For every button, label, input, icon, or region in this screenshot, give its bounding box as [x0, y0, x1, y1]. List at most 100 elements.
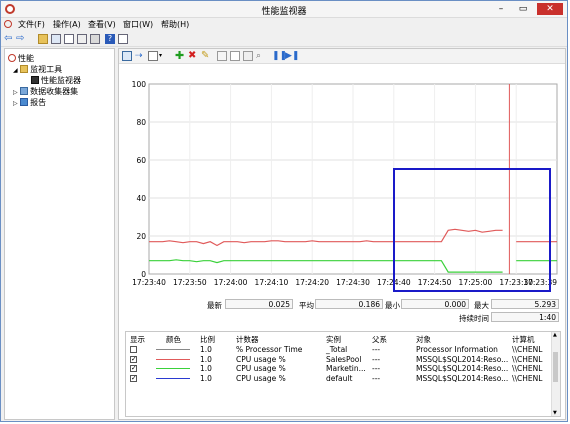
- minimum-label: 最小: [385, 301, 400, 310]
- legend-header-object[interactable]: 对象: [416, 334, 431, 345]
- legend-cell-object: MSSQL$SQL2014:Reso...: [416, 373, 509, 383]
- help-icon[interactable]: ?: [105, 34, 115, 44]
- x-tick-label: 17:24:00: [214, 278, 248, 287]
- legend-cell-object: MSSQL$SQL2014:Reso...: [416, 354, 509, 364]
- paste-counter-list-icon[interactable]: [230, 51, 240, 61]
- tree-label-reports: 报告: [30, 98, 47, 107]
- x-tick-label: 17:23:40: [132, 278, 166, 287]
- freeze-display-icon[interactable]: ❚❚: [272, 51, 287, 61]
- legend-cell-instance: _Total: [326, 345, 348, 354]
- main-toolbar: ⇦ ⇨ ?: [1, 32, 567, 47]
- legend-header-show[interactable]: 显示: [130, 334, 145, 345]
- menu-view[interactable]: 查看(V): [88, 19, 116, 30]
- graph-type-dropdown-icon[interactable]: ▾: [159, 51, 169, 61]
- properties-icon[interactable]: [77, 34, 87, 44]
- minimum-value: 0.000: [401, 299, 469, 309]
- legend-cell-scale: 1.0: [200, 364, 212, 373]
- y-tick-label: 80: [136, 118, 146, 127]
- performance-monitor-window: 性能监视器 – ▭ ✕ 文件(F) 操作(A) 查看(V) 窗口(W) 帮助(H…: [0, 0, 568, 422]
- color-swatch: [156, 368, 190, 369]
- console-tree: 性能 ◢ 监视工具 性能监视器 ▷ 数据收集器集 ▷ 报告: [4, 48, 115, 420]
- scroll-thumb[interactable]: [553, 352, 558, 382]
- collapse-icon[interactable]: ◢: [13, 67, 18, 74]
- menu-window[interactable]: 窗口(W): [123, 19, 153, 30]
- legend-header-instance[interactable]: 实例: [326, 334, 341, 345]
- tree-node-data-collector-sets[interactable]: ▷ 数据收集器集: [13, 86, 78, 97]
- duration-value: 1:40: [491, 312, 559, 322]
- expand-icon[interactable]: ▷: [13, 89, 18, 96]
- scroll-up-icon[interactable]: ▲: [553, 332, 557, 338]
- tree-label-data-collector-sets: 数据收集器集: [30, 87, 79, 96]
- average-value: 0.186: [315, 299, 383, 309]
- data-collector-icon: [20, 87, 29, 95]
- legend-cell-computer: \\CHENL: [512, 364, 543, 373]
- tree-label-performance-monitor: 性能监视器: [41, 76, 81, 85]
- color-swatch: [156, 377, 190, 379]
- show-checkbox[interactable]: [130, 346, 137, 353]
- properties-icon[interactable]: [243, 51, 253, 61]
- color-swatch: [156, 358, 190, 360]
- statistics-bar: 最新 0.025 平均 0.186 最小 0.000 最大 5.293 持续时间…: [119, 296, 565, 324]
- close-button[interactable]: ✕: [537, 3, 563, 15]
- legend-row[interactable]: 1.0 % Processor Time _Total --- Processor In…: [126, 345, 550, 354]
- tree-node-reports[interactable]: ▷ 报告: [13, 97, 46, 108]
- maximum-label: 最大: [474, 301, 489, 310]
- x-tick-label: 17:24:20: [295, 278, 329, 287]
- show-checkbox[interactable]: ✓: [130, 365, 137, 372]
- show-checkbox[interactable]: ✓: [130, 374, 137, 382]
- menu-help[interactable]: 帮助(H): [161, 19, 189, 30]
- tree-node-performance-monitor[interactable]: 性能监视器: [31, 75, 81, 86]
- legend-cell-counter: % Processor Time: [236, 345, 303, 354]
- legend-header-color[interactable]: 颜色: [166, 334, 181, 345]
- legend-cell-instance: SalesPool: [326, 354, 362, 364]
- legend-cell-parent: ---: [372, 345, 381, 354]
- add-counter-icon[interactable]: ✚: [175, 50, 185, 61]
- console-tree-icon[interactable]: [51, 34, 61, 44]
- legend-cell-scale: 1.0: [200, 354, 212, 364]
- legend-header-parent[interactable]: 父系: [372, 334, 387, 345]
- back-icon[interactable]: ⇦: [4, 34, 14, 44]
- highlight-icon[interactable]: ✎: [201, 51, 211, 61]
- legend-cell-computer: \\CHENL: [512, 354, 543, 364]
- maximize-button[interactable]: ▭: [513, 3, 533, 15]
- view-current-activity-icon[interactable]: [122, 51, 132, 61]
- minimize-button[interactable]: –: [491, 3, 511, 15]
- legend-cell-object: Processor Information: [416, 345, 498, 354]
- last-value: 0.025: [225, 299, 293, 309]
- show-checkbox[interactable]: ✓: [130, 355, 137, 363]
- menu-file[interactable]: 文件(F): [18, 19, 45, 30]
- legend-scrollbar[interactable]: ▲ ▼: [551, 332, 560, 416]
- highlight-box: [393, 168, 551, 292]
- legend-cell-counter: CPU usage %: [236, 373, 286, 383]
- list-view-icon[interactable]: [64, 34, 74, 44]
- legend-cell-computer: \\CHENL: [512, 345, 543, 354]
- menu-action[interactable]: 操作(A): [53, 19, 81, 30]
- update-data-icon[interactable]: ▶❚: [285, 51, 299, 61]
- graph-toolbar: ⇢ ▾ ✚ ✖ ✎ ⌕ ❚❚ ▶❚: [119, 49, 565, 64]
- scroll-down-icon[interactable]: ▼: [553, 410, 557, 416]
- legend-header-scale[interactable]: 比例: [200, 334, 215, 345]
- delete-counter-icon[interactable]: ✖: [188, 51, 198, 61]
- maximum-value: 5.293: [491, 299, 559, 309]
- change-graph-type-icon[interactable]: [148, 51, 158, 61]
- tree-label-monitoring-tools: 监视工具: [30, 65, 63, 74]
- forward-icon[interactable]: ⇨: [16, 34, 26, 44]
- legend-row[interactable]: ✓ 1.0 CPU usage % Marketin... --- MSSQL$SQL20…: [126, 364, 550, 373]
- legend-cell-parent: ---: [372, 373, 381, 383]
- y-tick-label: 60: [136, 156, 146, 165]
- tree-node-monitoring-tools[interactable]: ◢ 监视工具: [13, 64, 62, 75]
- export-icon[interactable]: [90, 34, 100, 44]
- zoom-icon[interactable]: ⌕: [256, 51, 266, 61]
- tree-node-performance[interactable]: 性能: [8, 53, 34, 64]
- legend-header-computer[interactable]: 计算机: [512, 334, 535, 345]
- view-log-data-icon[interactable]: ⇢: [135, 51, 145, 61]
- show-hide-icon[interactable]: [118, 34, 128, 44]
- monitor-chart-icon: [31, 76, 39, 84]
- legend-row[interactable]: ✓ 1.0 CPU usage % default --- MSSQL$SQL2014:R…: [126, 374, 550, 383]
- up-folder-icon[interactable]: [38, 34, 48, 44]
- legend-row[interactable]: ✓ 1.0 CPU usage % SalesPool --- MSSQL$SQL2014…: [126, 355, 550, 364]
- copy-properties-icon[interactable]: [217, 51, 227, 61]
- legend-header-counter[interactable]: 计数器: [236, 334, 259, 345]
- average-label: 平均: [299, 301, 314, 310]
- expand-icon[interactable]: ▷: [13, 100, 18, 107]
